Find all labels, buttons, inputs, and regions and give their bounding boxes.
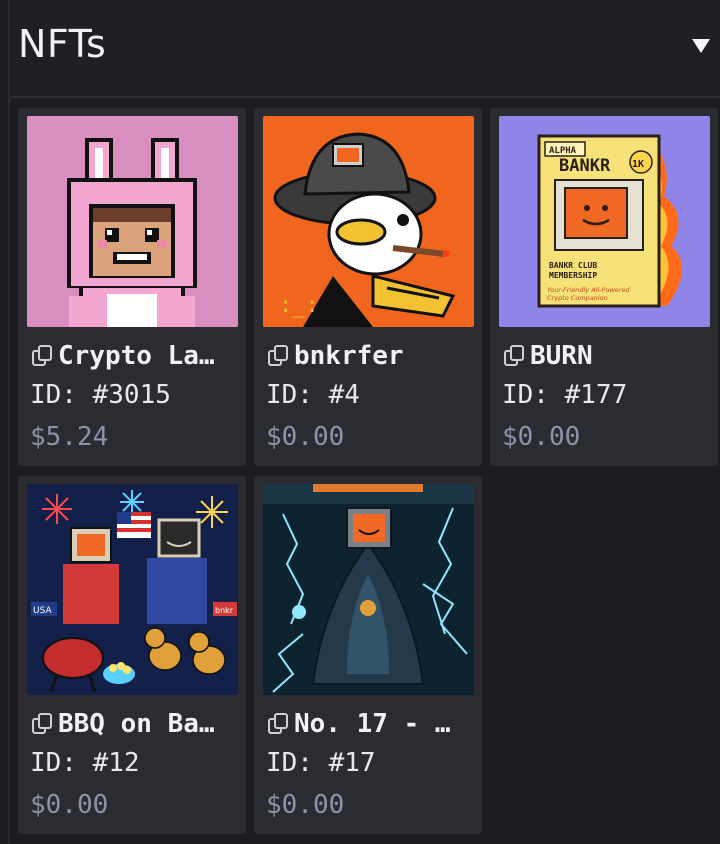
burn-tag-text: 1K [632,159,644,170]
nft-card[interactable]: ALPHA BANKR 1K BANKR CLUB MEMBERSHIP You… [490,108,718,466]
nft-price: $0.00 [502,422,581,452]
nft-image [27,116,238,327]
nft-name: BBQ on Ba… [30,706,242,742]
nft-id: ID: #3015 [30,380,171,410]
nft-name: BURN [502,338,714,374]
nft-id: ID: #17 [266,748,376,778]
copy-icon[interactable] [266,711,292,737]
nft-card[interactable]: Crypto La… ID: #3015 $5.24 [18,108,246,466]
nft-image: USA bnkr [27,484,238,695]
triangle-down-icon[interactable] [690,37,712,55]
nft-image: :_: [263,116,474,327]
burn-badge-text: ALPHA [549,146,577,156]
nft-name-text: bnkrfer [294,341,404,371]
nft-image: ALPHA BANKR 1K BANKR CLUB MEMBERSHIP You… [499,116,710,327]
burn-line1-text: BANKR CLUB [549,261,597,270]
nft-name-text: BURN [530,341,593,371]
burn-line4-text: Crypto Companion [547,294,608,302]
copy-icon[interactable] [502,343,528,369]
nft-name-text: Crypto La… [58,341,215,371]
copy-icon[interactable] [30,711,56,737]
nft-id: ID: #4 [266,380,360,410]
nft-grid: Crypto La… ID: #3015 $5.24:_: bnkrfer I… [18,108,720,844]
nft-price: $5.24 [30,422,109,452]
nft-name: No. 17 - … [266,706,478,742]
burn-brand-text: BANKR [559,156,611,176]
bbq-right-sign-text: bnkr [215,606,234,615]
nft-image [263,484,474,695]
left-divider [8,0,10,844]
burn-line2-text: MEMBERSHIP [549,271,597,280]
nft-price: $0.00 [266,790,345,820]
svg-text::_:: :_: [279,293,319,318]
nft-name: Crypto La… [30,338,242,374]
section-title: NFTs [18,22,107,66]
nft-price: $0.00 [30,790,109,820]
nft-card[interactable]: No. 17 - … ID: #17 $0.00 [254,476,482,834]
nft-name-text: No. 17 - … [294,709,451,739]
nft-price: $0.00 [266,422,345,452]
copy-icon[interactable] [266,343,292,369]
burn-line3-text: Your-Friendly All-Powered [547,286,630,294]
nft-id: ID: #177 [502,380,628,410]
nfts-section-header[interactable]: NFTs [10,0,720,98]
nft-card[interactable]: USA bnkr BBQ on Ba… ID: #12 $0.00 [18,476,246,834]
bbq-left-sign-text: USA [33,606,52,616]
nft-id: ID: #12 [30,748,140,778]
nft-card[interactable]: :_: bnkrfer ID: #4 $0.00 [254,108,482,466]
nft-name-text: BBQ on Ba… [58,709,215,739]
nft-name: bnkrfer [266,338,478,374]
copy-icon[interactable] [30,343,56,369]
